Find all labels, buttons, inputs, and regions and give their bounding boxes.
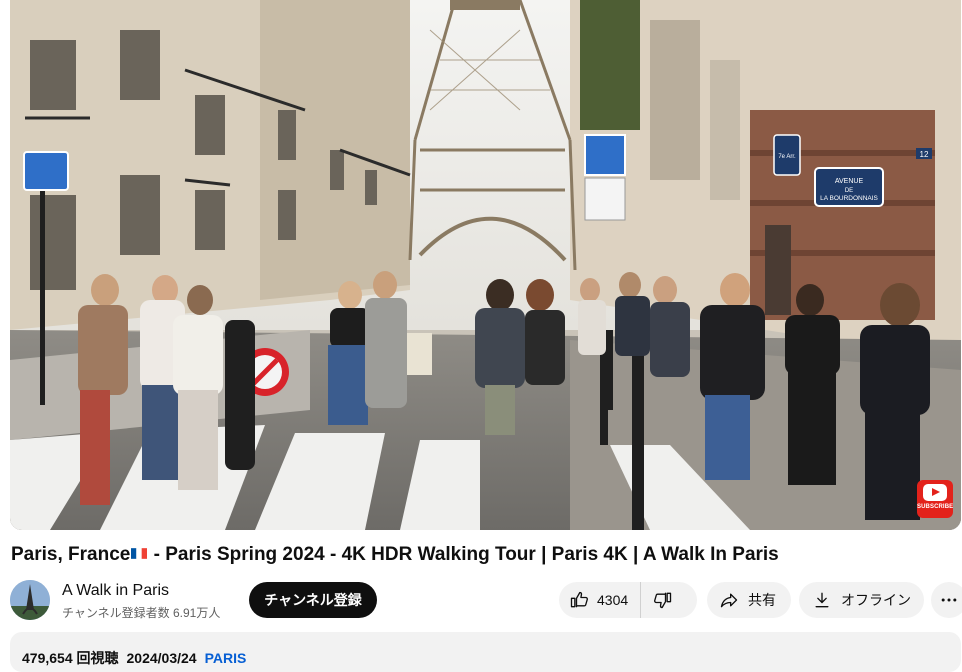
france-flag-icon (131, 548, 148, 559)
video-title: Paris, France - Paris Spring 2024 - 4K H… (11, 544, 951, 566)
like-dislike-group: 4304 (559, 582, 697, 618)
thumbs-down-icon (654, 592, 672, 609)
subscribe-button[interactable]: チャンネル登録 (249, 582, 377, 618)
youtube-subscribe-watermark[interactable]: SUBSCRIBE (917, 480, 953, 518)
eiffel-avatar-icon (10, 580, 50, 620)
like-button[interactable]: 4304 (559, 582, 642, 618)
video-frame: AVENUE DE LA BOURDONNAIS 7e Arr. 12 (10, 0, 961, 530)
download-icon (815, 592, 829, 608)
channel-name[interactable]: A Walk in Paris (62, 582, 169, 600)
more-dots-icon (941, 598, 957, 602)
share-label: 共有 (748, 592, 776, 608)
upload-date: 2024/03/24 (126, 650, 197, 666)
view-count: 479,654 回視聴 (22, 650, 119, 666)
number-plate-text: 12 (920, 150, 929, 159)
hashtag-link[interactable]: PARIS (205, 650, 247, 666)
subscriber-count: チャンネル登録者数 6.91万人 (62, 606, 221, 620)
share-arrow-icon (720, 593, 738, 608)
share-button[interactable]: 共有 (707, 582, 791, 618)
like-count: 4304 (597, 592, 629, 608)
dislike-button[interactable] (641, 582, 673, 618)
watermark-label: SUBSCRIBE (917, 504, 954, 510)
video-title-part-2: - Paris Spring 2024 - 4K HDR Walking Tou… (148, 544, 779, 565)
avenue-sign-text: AVENUE (835, 178, 864, 185)
more-actions-button[interactable] (931, 582, 962, 618)
video-player[interactable]: AVENUE DE LA BOURDONNAIS 7e Arr. 12 SUBS… (10, 0, 961, 530)
channel-actions-row: A Walk in Paris チャンネル登録者数 6.91万人 チャンネル登録… (10, 578, 962, 622)
offline-label: オフライン (841, 592, 911, 608)
video-title-part-1: Paris, France (11, 544, 131, 565)
thumbs-up-icon (570, 591, 588, 608)
youtube-logo-icon (923, 484, 947, 501)
avenue-sign-text-2: DE (845, 188, 853, 194)
arrondissement-sign-text: 7e Arr. (778, 154, 796, 160)
offline-download-button[interactable]: オフライン (799, 582, 924, 618)
avenue-sign-text-3: LA BOURDONNAIS (820, 195, 878, 202)
description-box[interactable]: 479,654 回視聴 2024/03/24 PARIS (10, 632, 961, 672)
description-meta: 479,654 回視聴 2024/03/24 PARIS (22, 648, 246, 668)
channel-avatar[interactable] (10, 580, 50, 620)
